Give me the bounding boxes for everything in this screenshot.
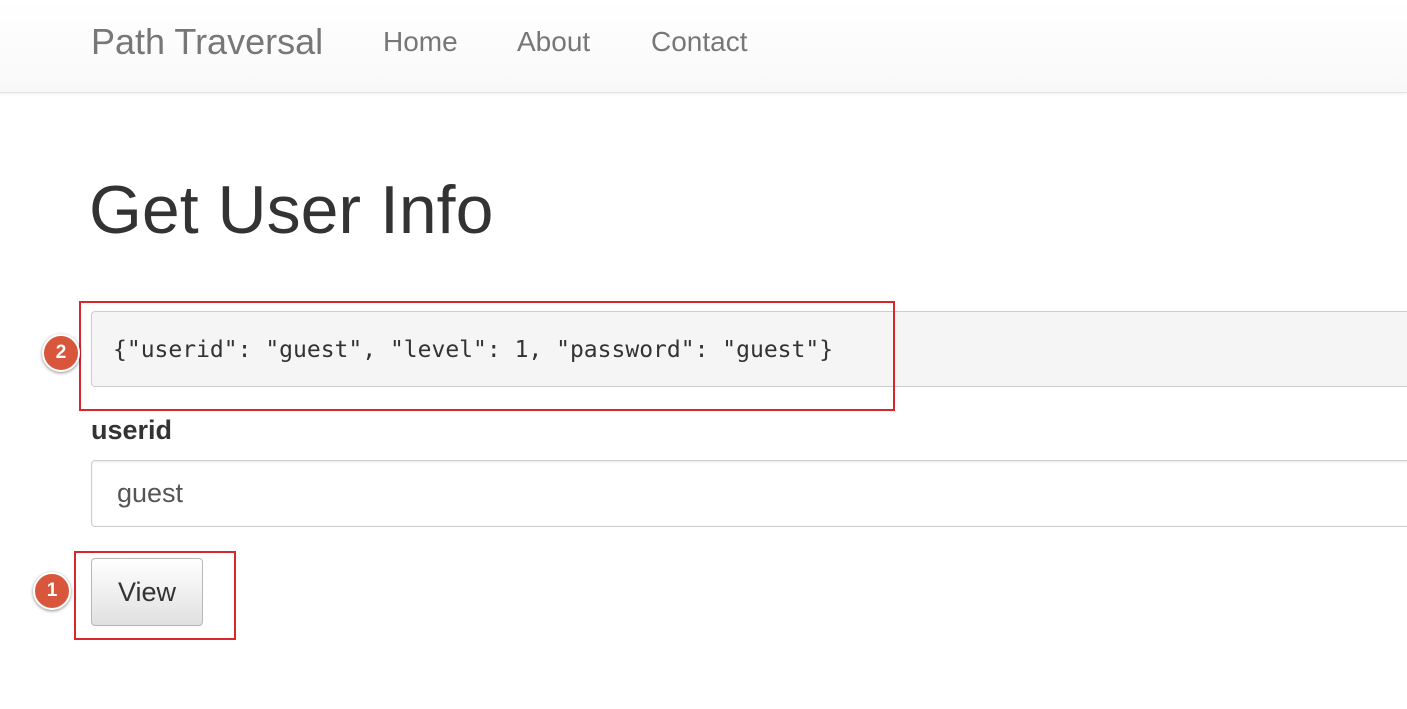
brand-link[interactable]: Path Traversal (91, 20, 323, 64)
annotation-highlight-view-button (74, 551, 236, 640)
annotation-badge-2: 2 (42, 334, 80, 372)
userid-input[interactable] (91, 460, 1407, 527)
page-title: Get User Info (89, 172, 494, 248)
annotation-highlight-result (79, 301, 895, 411)
nav-link-contact[interactable]: Contact (651, 25, 748, 59)
nav-link-about[interactable]: About (517, 25, 590, 59)
annotation-badge-1: 1 (33, 572, 71, 610)
nav-link-home[interactable]: Home (383, 25, 458, 59)
userid-label: userid (91, 415, 173, 445)
navbar: Path Traversal Home About Contact (0, 0, 1407, 93)
